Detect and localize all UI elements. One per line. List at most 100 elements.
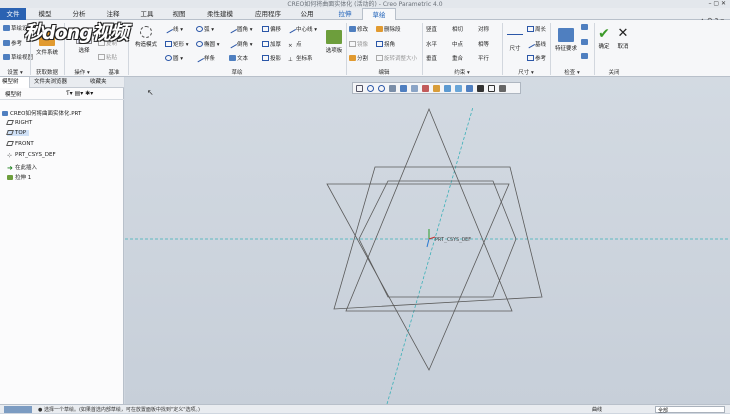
horizontal-constraint-button[interactable]: 水平 xyxy=(426,40,437,48)
datum-plane-icon xyxy=(6,120,14,125)
feature-requirements-icon xyxy=(558,28,574,42)
tree-insert-here[interactable]: ➜ 在此插入 xyxy=(7,163,37,172)
delete-segment-button[interactable]: 删除段 xyxy=(376,25,401,33)
corner-button[interactable]: 拐角 xyxy=(376,40,395,48)
perimeter-button[interactable]: 周长 xyxy=(527,25,546,33)
palette-button[interactable]: 选项板 xyxy=(322,30,346,54)
part-icon xyxy=(2,111,8,116)
model-tree-toolbar: 模型树 Ƭ▾ ▤▾ ✱▾ xyxy=(0,88,124,100)
dimension-icon xyxy=(507,34,523,42)
group-label-base: 基准 xyxy=(108,70,120,76)
paste-button[interactable]: 粘贴 xyxy=(98,53,117,61)
group-label-sketch: 草绘 xyxy=(231,70,243,76)
tab-favorites[interactable]: 收藏夹 xyxy=(88,77,122,88)
equal-constraint-button[interactable]: 相等 xyxy=(478,40,489,48)
overlap-icon xyxy=(581,24,588,30)
tree-settings-icon[interactable]: Ƭ▾ ▤▾ ✱▾ xyxy=(66,90,93,97)
cancel-button[interactable]: ✕ 取消 xyxy=(614,26,632,50)
midpoint-constraint-button[interactable]: 中点 xyxy=(452,40,463,48)
coordinate-system-button[interactable]: ⊥ 坐标系 xyxy=(288,54,313,63)
mirror-button[interactable]: 镜像 xyxy=(349,40,368,48)
inspect-tool-1[interactable] xyxy=(581,24,589,31)
coincident-constraint-button[interactable]: 重合 xyxy=(452,54,463,62)
inspect-tool-3[interactable] xyxy=(581,53,589,60)
tab-extrude[interactable]: 拉伸 xyxy=(332,8,358,20)
tab-file[interactable]: 文件 xyxy=(0,8,26,20)
offset-button[interactable]: 偏移 xyxy=(262,25,281,33)
tab-folder-browser[interactable]: 文件夹浏览器 xyxy=(32,77,84,88)
sketch-setup-icon xyxy=(3,25,10,31)
datum-plane-icon xyxy=(6,141,14,146)
tab-model-tree[interactable]: 模型树 xyxy=(0,77,30,88)
sketch-view-button[interactable]: 草绘视图 xyxy=(3,53,33,61)
group-label-inspect[interactable]: 检查 ▾ xyxy=(550,68,594,76)
tab-tools[interactable]: 工具 xyxy=(134,8,160,20)
symmetric-constraint-button[interactable]: 对称 xyxy=(478,25,489,33)
tree-item-right[interactable]: RIGHT xyxy=(6,120,32,126)
tree-item-extrude[interactable]: 拉伸 1 xyxy=(7,173,31,181)
ok-button[interactable]: ✔ 确定 xyxy=(595,26,613,50)
perpendicular-constraint-button[interactable]: 垂直 xyxy=(426,54,437,62)
tree-item-top[interactable]: TOP xyxy=(6,130,30,136)
centerline-icon xyxy=(286,24,297,34)
dimension-button[interactable]: 尺寸 xyxy=(505,28,525,52)
baseline-button[interactable]: 基线 xyxy=(525,39,546,49)
tab-applications[interactable]: 应用程序 xyxy=(248,8,288,20)
point-button[interactable]: × 点 xyxy=(288,40,302,49)
circle-button[interactable]: 圆 ▾ xyxy=(165,54,183,62)
tangent-constraint-button[interactable]: 相切 xyxy=(452,25,463,33)
group-label-operations[interactable]: 操作 ▾ xyxy=(64,68,100,76)
filter-dropdown[interactable]: 全部 xyxy=(655,406,725,414)
tab-view[interactable]: 视图 xyxy=(166,8,192,20)
reference-dimension-button[interactable]: 参考 xyxy=(527,54,546,62)
status-message: ● 选择一个草绘。(如果首选内部草绘，可在放置面板中找到"定义"选项。) xyxy=(38,407,200,413)
feature-requirements-button[interactable]: 特征要求 xyxy=(553,28,579,52)
tree-item-front[interactable]: FRONT xyxy=(6,141,34,147)
tab-common[interactable]: 公用 xyxy=(294,8,320,20)
tree-item-csys[interactable]: ⊹ PRT_CSYS_DEF xyxy=(7,152,56,159)
group-label-dimension[interactable]: 尺寸 ▾ xyxy=(502,68,550,76)
fillet-button[interactable]: 圆角 ▾ xyxy=(227,24,253,34)
spline-button[interactable]: 样条 xyxy=(194,53,215,63)
vertical-constraint-button[interactable]: 竖直 xyxy=(426,25,437,33)
centerline-button[interactable]: 中心线 ▾ xyxy=(286,24,317,34)
chamfer-icon xyxy=(227,39,238,49)
chamfer-button[interactable]: 倒角 ▾ xyxy=(227,39,253,49)
thicken-icon xyxy=(262,41,269,47)
perimeter-icon xyxy=(527,26,534,32)
sketch-geometry xyxy=(125,106,730,404)
project-button[interactable]: 投影 xyxy=(262,54,281,62)
rotate-resize-button[interactable]: 旋转调整大小 xyxy=(376,54,417,62)
shade-closed-loops-icon xyxy=(581,39,588,45)
divide-button[interactable]: 分割 xyxy=(349,54,368,62)
extrude-icon xyxy=(7,175,13,180)
paste-icon xyxy=(98,54,105,60)
point-icon: × xyxy=(288,43,293,49)
rectangle-button[interactable]: 矩形 ▾ xyxy=(165,40,189,48)
inspect-tool-2[interactable] xyxy=(581,39,589,46)
arrow-right-icon: ➜ xyxy=(7,164,13,172)
parallel-constraint-button[interactable]: 平行 xyxy=(478,54,489,62)
csys-axis-z xyxy=(426,238,430,248)
tree-root-part[interactable]: CREO如何将曲面实体化.PRT xyxy=(2,109,81,117)
line-button[interactable]: 线 ▾ xyxy=(163,24,183,34)
modify-button[interactable]: 修改 xyxy=(349,25,368,33)
group-label-setup[interactable]: 设置 ▾ xyxy=(0,68,30,76)
datum-plane-icon xyxy=(6,130,14,135)
ellipse-button[interactable]: 椭圆 ▾ xyxy=(196,40,220,48)
references-icon xyxy=(3,40,10,46)
triangle-down xyxy=(326,183,510,371)
text-button[interactable]: 文本 xyxy=(229,54,248,62)
group-label-constrain[interactable]: 约束 ▾ xyxy=(422,68,502,76)
references-button[interactable]: 参考 xyxy=(3,39,22,47)
window-controls[interactable]: – ▢ ✕ xyxy=(708,0,726,7)
tab-flexible-modeling[interactable]: 柔性建模 xyxy=(200,8,240,20)
thicken-button[interactable]: 加厚 xyxy=(262,40,281,48)
baseline-icon xyxy=(525,39,536,49)
project-icon xyxy=(262,55,269,61)
graphics-canvas[interactable]: PRT_CSYS_DEF ↖ xyxy=(125,77,730,404)
arc-button[interactable]: 弧 ▾ xyxy=(196,25,214,33)
construction-mode-button[interactable]: 构造模式 xyxy=(131,26,161,48)
construction-mode-icon xyxy=(140,26,152,38)
status-icons[interactable] xyxy=(4,406,32,413)
